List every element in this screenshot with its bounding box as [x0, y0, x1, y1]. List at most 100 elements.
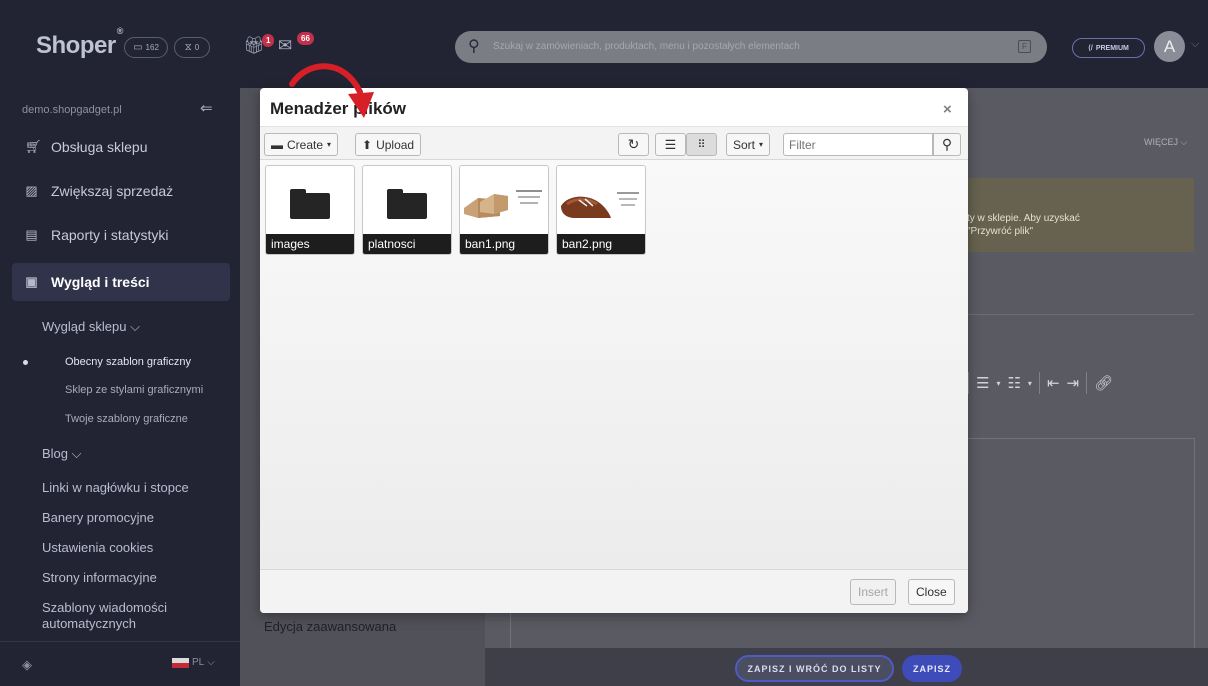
language-selector[interactable]: PL ⌵ [172, 657, 215, 668]
close-button[interactable]: Close [908, 579, 955, 605]
sidebar: demo.shopgadget.pl ⇐ 🛒︎ Obsługa sklepu ▨… [0, 88, 240, 686]
filter-search-button[interactable]: ⚲ [933, 133, 961, 156]
save-button[interactable]: ZAPISZ [902, 655, 962, 682]
sidebar-item-obsluga[interactable]: 🛒︎ Obsługa sklepu [12, 128, 230, 166]
file-manager-dialog: Menadżer plików × ▬ Create ▾ ⬆ Upload ↻ … [260, 88, 968, 613]
save-and-back-button[interactable]: ZAPISZ I WRÓĆ DO LISTY [735, 655, 894, 682]
document-icon: ▭ [133, 42, 143, 53]
image-thumbnail [460, 166, 548, 234]
chart-icon: ▨ [25, 183, 38, 198]
sidebar-sub-linki[interactable]: Linki w nagłówku i stopce [42, 480, 189, 495]
close-icon[interactable]: × [943, 101, 952, 118]
sidebar-item-sprzedaz[interactable]: ▨ Zwiększaj sprzedaż [12, 172, 230, 210]
more-menu[interactable]: WIĘCEJ ⌵ [1144, 137, 1187, 148]
insert-button[interactable]: Insert [850, 579, 897, 605]
file-tile[interactable]: ban2.png [556, 165, 646, 255]
caret-down-icon: ▾ [759, 140, 764, 149]
shoe-image [557, 166, 645, 234]
dialog-footer: Insert Close [260, 569, 968, 613]
search-input[interactable]: Szukaj w zamówieniach, produktach, menu … [493, 41, 800, 52]
active-dot [23, 360, 28, 365]
sidebar-sub-twoje-szablony[interactable]: Twoje szablony graficzne [65, 413, 188, 425]
collapse-sidebar-icon[interactable]: ⇐ [200, 99, 213, 117]
refresh-button[interactable]: ↻ [618, 133, 649, 156]
sidebar-sub-banery[interactable]: Banery promocyjne [42, 510, 154, 525]
sidebar-sub-szablony-wiadomosci[interactable]: Szablony wiadomości automatycznych [42, 600, 167, 632]
image-icon: ▣ [25, 274, 38, 289]
caret-down-icon[interactable]: ▾ [996, 379, 1000, 388]
chevron-down-icon: ⌵ [207, 657, 215, 668]
shoper-logo[interactable]: Shoper® [36, 26, 123, 60]
caret-down-icon: ▾ [327, 140, 332, 149]
link-icon[interactable]: 🔗︎ [1094, 374, 1113, 392]
warning-text: ty w sklepie. Aby uzyskać "Przywróć plik… [967, 213, 1080, 237]
folder-icon [363, 166, 451, 234]
chevron-down-icon: ⌵ [130, 319, 140, 334]
editor-border [510, 612, 511, 648]
file-name: platnosci [363, 234, 451, 254]
sidebar-sub-obecny-szablon[interactable]: Obecny szablon graficzny [65, 356, 191, 368]
search-icon: ⚲ [468, 38, 480, 55]
global-search[interactable]: ⚲ Szukaj w zamówieniach, produktach, men… [455, 31, 1047, 63]
outdent-icon[interactable]: ⇤ [1047, 374, 1060, 392]
layers-icon[interactable]: ◈ [22, 657, 32, 673]
sidebar-sub-cookies[interactable]: Ustawienia cookies [42, 540, 153, 555]
divider [1038, 372, 1040, 394]
sidebar-item-raporty[interactable]: ▤ Raporty i statystyki [12, 216, 230, 254]
editor-border [968, 438, 1194, 439]
grid-view-icon: ⠿ [697, 139, 706, 151]
top-bar: Shoper® ▭ 162 ⧖ 0 🎁︎ 1 ✉ 66 ⚲ Szukaj w zam… [0, 0, 1208, 88]
gift-badge: 1 [262, 34, 275, 47]
sidebar-sub-wyglad-sklepu[interactable]: Wygląd sklepu ⌵ [42, 319, 140, 335]
sidebar-footer: ◈ PL ⌵ [0, 641, 240, 686]
numbered-list-icon[interactable]: ☷ [1007, 374, 1020, 392]
divider [968, 372, 969, 394]
clipboard-icon: ▤ [25, 227, 38, 242]
file-tile[interactable]: platnosci [362, 165, 452, 255]
refresh-icon: ↻ [627, 136, 640, 152]
file-tile[interactable]: images [265, 165, 355, 255]
editor-toolbar: ☰ ▾ ☷ ▾ ⇤ ⇥ 🔗︎ [968, 372, 1113, 394]
hourglass-icon: ⧖ [184, 42, 192, 53]
sidebar-sub-blog[interactable]: Blog ⌵ [42, 446, 82, 462]
list-view-button[interactable]: ☰ [655, 133, 686, 156]
mail-icon[interactable]: ✉ [278, 36, 292, 56]
sidebar-sub-sklep-style[interactable]: Sklep ze stylami graficznymi [65, 384, 203, 396]
chevron-down-icon[interactable]: ⌵ [1191, 38, 1199, 51]
advanced-edit-link[interactable]: Edycja zaawansowana [264, 619, 396, 634]
indent-icon[interactable]: ⇥ [1067, 374, 1080, 392]
sidebar-sub-strony[interactable]: Strony informacyjne [42, 570, 157, 585]
file-name: ban1.png [460, 234, 548, 254]
annotation-arrow [289, 63, 374, 118]
filter-input[interactable] [783, 133, 933, 156]
grid-view-button[interactable]: ⠿ [686, 133, 717, 156]
search-icon: ⚲ [941, 136, 953, 152]
editor-border [1194, 438, 1195, 648]
waiting-counter[interactable]: ⧖ 0 [174, 37, 210, 58]
file-tile[interactable]: ban1.png [459, 165, 549, 255]
file-grid: images platnosci ban1.png ban2.png [260, 160, 968, 569]
create-button[interactable]: ▬ Create ▾ [264, 133, 339, 156]
cart-icon: 🛒︎ [25, 139, 42, 154]
premium-icon: ⟨/ [1088, 45, 1093, 52]
avatar[interactable]: A [1154, 31, 1185, 62]
bullet-list-icon[interactable]: ☰ [976, 374, 989, 392]
mail-badge: 66 [297, 32, 314, 45]
sort-button[interactable]: Sort ▾ [726, 133, 771, 156]
file-name: ban2.png [557, 234, 645, 254]
caret-down-icon[interactable]: ▾ [1028, 379, 1032, 388]
orders-counter[interactable]: ▭ 162 [124, 37, 168, 58]
shop-domain[interactable]: demo.shopgadget.pl [22, 104, 122, 116]
upload-button[interactable]: ⬆ Upload [355, 133, 422, 156]
chevron-down-icon: ⌵ [71, 446, 82, 461]
list-view-icon: ☰ [664, 136, 677, 152]
shortcut-key: F [1018, 40, 1031, 53]
file-name: images [266, 234, 354, 254]
divider [1086, 372, 1088, 394]
folder-icon [266, 166, 354, 234]
image-thumbnail [557, 166, 645, 234]
sidebar-item-wyglad[interactable]: ▣ Wygląd i treści [12, 263, 230, 301]
flag-pl-icon [172, 657, 189, 668]
divider [965, 314, 1194, 315]
premium-badge[interactable]: ⟨/PREMIUM [1072, 38, 1145, 58]
